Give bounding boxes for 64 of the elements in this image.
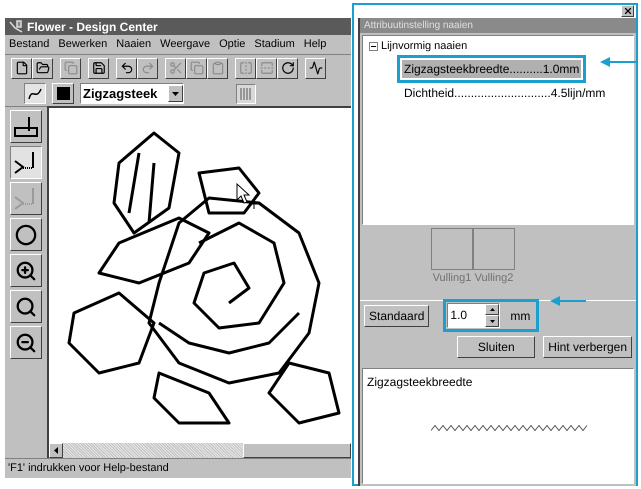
down-arrow-icon [490, 320, 495, 322]
toolbar-button[interactable] [116, 58, 137, 78]
spin-down-button[interactable] [485, 315, 500, 327]
status-text: 'F1' indrukken voor Help-bestand [8, 461, 169, 476]
rotate-icon [280, 61, 294, 75]
menu-item[interactable]: Bestand [9, 36, 50, 53]
fill-label: Vulling1 [432, 271, 472, 286]
undo-icon [120, 61, 134, 75]
menu-item[interactable]: Bewerken [58, 36, 108, 53]
tree-item[interactable]: Zigzagsteekbreedte..........1.0mm [402, 60, 582, 78]
close-button[interactable] [621, 5, 634, 17]
dialog-title: Attribuutinstelling naaien [364, 19, 473, 33]
fill-label: Vulling2 [474, 271, 514, 286]
menu-item[interactable]: Optie [219, 36, 246, 53]
spin-up-button[interactable] [485, 304, 500, 315]
circle-fill-icon [15, 224, 37, 246]
tool-button[interactable] [10, 146, 42, 179]
save-icon [92, 61, 106, 75]
width-value: 1.0 [449, 307, 468, 324]
tree-item[interactable]: Lijnvormig naaien [381, 40, 468, 52]
menu-item[interactable]: Weergave [160, 36, 210, 53]
toolbar-button[interactable] [277, 58, 298, 78]
menu-item[interactable]: Stadium [254, 36, 295, 53]
width-spin-field[interactable]: 1.0 [447, 303, 500, 328]
zoom-fit-icon [15, 296, 37, 318]
close-icon [622, 6, 632, 16]
app-logo-icon [9, 20, 23, 33]
toolbar-button[interactable] [32, 58, 53, 78]
cut-icon [168, 61, 182, 75]
open-folder-icon [36, 61, 50, 75]
scroll-left-button[interactable] [49, 443, 63, 458]
dialog-button[interactable]: Hint verbergen [543, 336, 632, 358]
tree-item[interactable]: Dichtheid.............................4.5lijn/mm [402, 84, 608, 102]
new-file-icon [14, 61, 28, 75]
toolbar-button[interactable] [305, 58, 326, 78]
scrollbar-thumb[interactable] [243, 443, 351, 458]
stitch-lines-icon [239, 86, 253, 100]
line-tool-button[interactable] [24, 83, 46, 104]
zoom-out-icon [15, 332, 37, 354]
toolbar-button[interactable] [88, 58, 109, 78]
stitch-pattern-button[interactable] [236, 84, 256, 104]
stitch-type-dropdown[interactable]: Zigzagsteek [80, 83, 184, 104]
callout-arrow [550, 296, 586, 306]
menu-item[interactable]: Naaien [116, 36, 152, 53]
redo-icon [140, 61, 154, 75]
toolbar-button[interactable] [11, 58, 32, 78]
thread-color-swatch [56, 87, 70, 100]
flip-horizontal-icon [238, 61, 252, 75]
paste-icon [210, 61, 224, 75]
standard-button[interactable]: Standaard [364, 304, 430, 326]
left-arrow-icon [54, 447, 58, 454]
copy-icon [190, 61, 204, 75]
curve-icon [28, 86, 42, 100]
hint-title: Zigzagsteekbreedte [367, 374, 472, 391]
flip-vertical-icon [260, 61, 274, 75]
collapse-box-icon[interactable] [369, 42, 378, 50]
window-title: Flower - Design Center [27, 18, 158, 36]
unit-label: mm [510, 308, 530, 324]
thread-color-button[interactable] [52, 83, 74, 104]
arrow-cursor-icon [235, 182, 261, 210]
up-arrow-icon [490, 308, 495, 311]
zoom-in-icon [15, 260, 37, 282]
dialog-button[interactable]: Sluiten [457, 336, 536, 358]
menu-item[interactable]: Help [304, 36, 326, 53]
